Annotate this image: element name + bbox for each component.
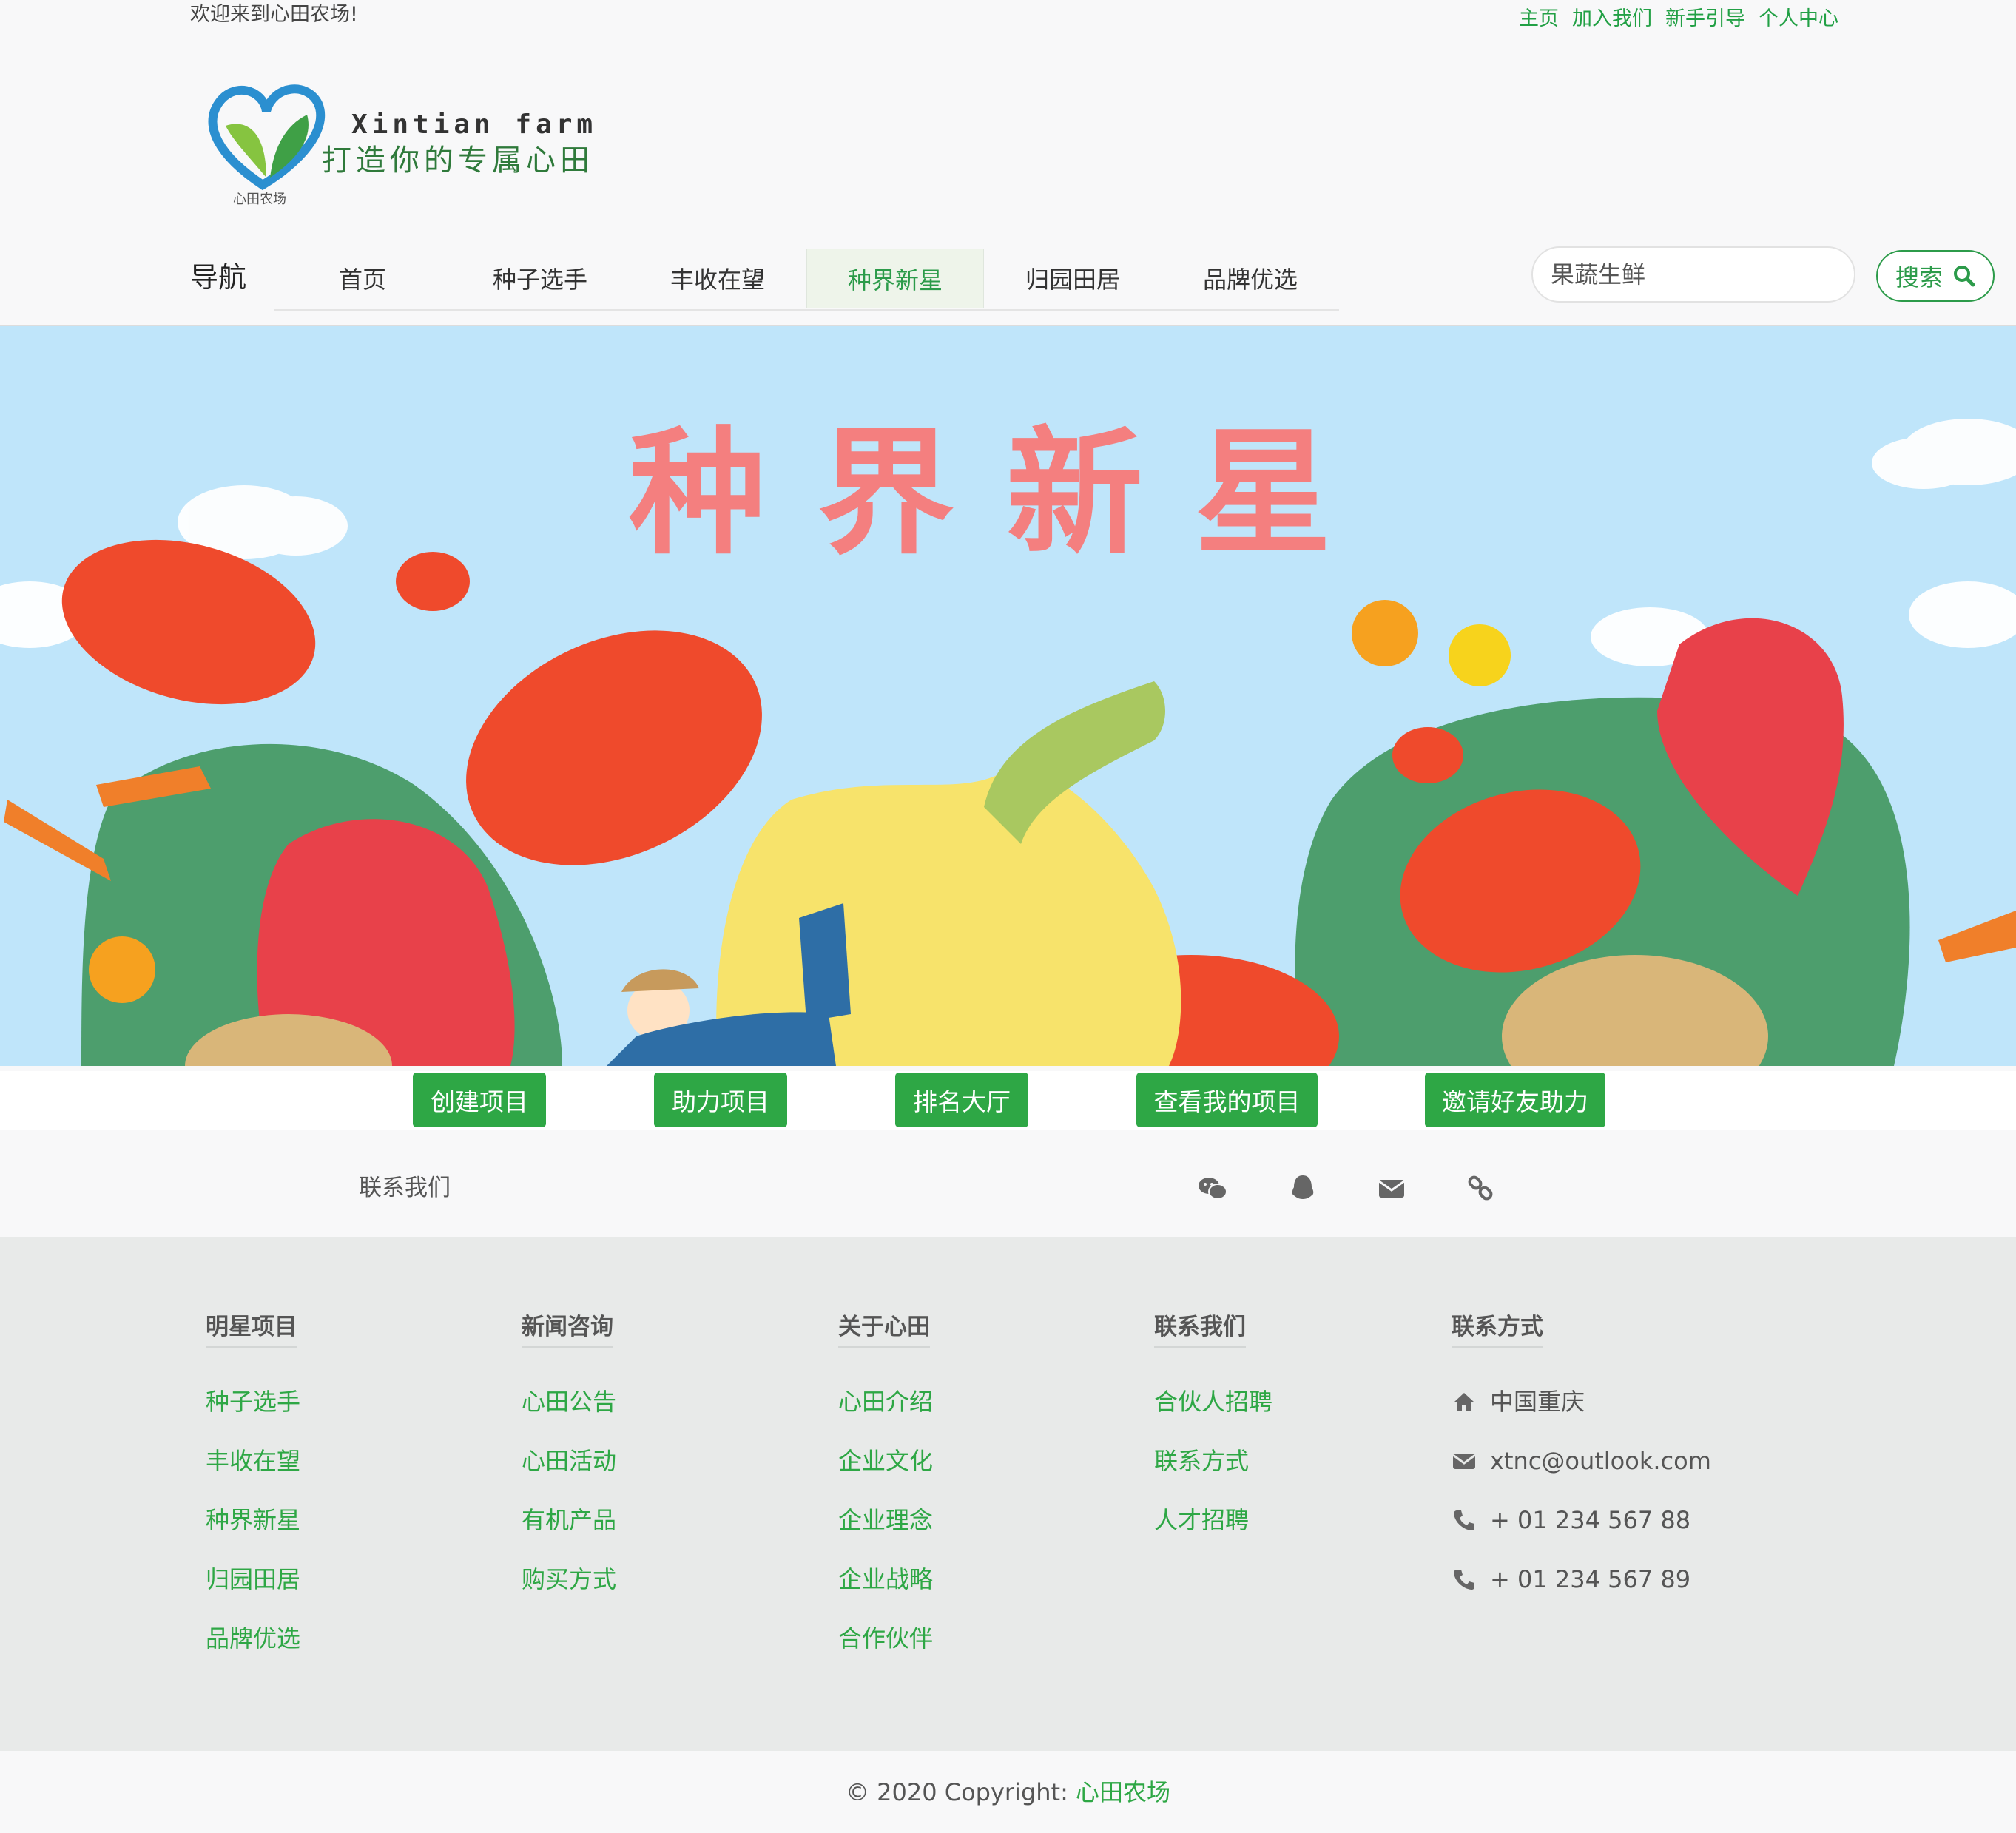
contact-address-text: 中国重庆 [1490,1388,1585,1416]
footer-link[interactable]: 心田介绍 [838,1387,933,1417]
contact-phone-2-text: + 01 234 567 89 [1490,1565,1691,1593]
welcome-text: 欢迎来到心田农场! [190,3,358,26]
envelope-icon [1452,1448,1477,1474]
phone-icon [1452,1508,1477,1533]
footer-heading-contact-info: 联系方式 [1452,1308,1543,1348]
search-button-label: 搜索 [1895,263,1943,291]
svg-text:Xintian farm: Xintian farm [351,109,597,140]
footer-heading-about: 关于心田 [838,1308,930,1348]
hero-banner: 种界新星 [0,325,2016,1066]
footer-link[interactable]: 归园田居 [206,1564,300,1594]
top-link-home[interactable]: 主页 [1519,6,1559,33]
footer-link[interactable]: 合作伙伴 [838,1624,933,1653]
svg-text:心田农场: 心田农场 [233,192,286,207]
ranking-hall-button[interactable]: 排名大厅 [895,1073,1028,1127]
envelope-icon[interactable] [1376,1172,1407,1204]
footer-link[interactable]: 购买方式 [522,1564,616,1594]
search-input[interactable] [1531,246,1855,303]
footer [0,1237,2016,1751]
qq-icon[interactable] [1287,1172,1318,1204]
nav-item-home[interactable]: 首页 [274,249,451,308]
footer-link[interactable]: 种界新星 [206,1505,300,1535]
contact-phone-1: + 01 234 567 88 [1452,1505,1690,1535]
create-project-button[interactable]: 创建项目 [413,1073,546,1127]
contact-phone-2: + 01 234 567 89 [1452,1564,1690,1594]
top-link-join[interactable]: 加入我们 [1572,6,1652,33]
footer-link[interactable]: 丰收在望 [206,1446,300,1476]
top-link-profile[interactable]: 个人中心 [1759,6,1838,33]
contact-email-text[interactable]: xtnc@outlook.com [1490,1446,1711,1476]
my-projects-button[interactable]: 查看我的项目 [1136,1073,1318,1127]
support-project-button[interactable]: 助力项目 [654,1073,787,1127]
contact-bar [0,1133,2016,1237]
nav-item-harvest[interactable]: 丰收在望 [629,249,806,308]
footer-link[interactable]: 有机产品 [522,1505,616,1535]
nav-item-pastoral[interactable]: 归园田居 [984,249,1162,308]
footer-link[interactable]: 心田活动 [522,1446,616,1476]
top-links: 主页 加入我们 新手引导 个人中心 [1519,6,1838,33]
action-bar: 创建项目 助力项目 排名大厅 查看我的项目 邀请好友助力 [0,1071,2016,1130]
copyright-brand-link[interactable]: 心田农场 [1076,1778,1170,1806]
phone-icon [1452,1567,1477,1592]
wechat-icon[interactable] [1197,1172,1228,1204]
home-icon [1452,1389,1477,1414]
footer-link[interactable]: 品牌优选 [206,1624,300,1653]
invite-friends-button[interactable]: 邀请好友助力 [1425,1073,1605,1127]
heart-leaf-logo-icon: Xintian farm 打造你的专属心田 心田农场 [208,84,597,207]
footer-link[interactable]: 合伙人招聘 [1154,1387,1272,1417]
svg-text:打造你的专属心田: 打造你的专属心田 [322,144,594,178]
contact-address: 中国重庆 [1452,1387,1585,1417]
footer-link[interactable]: 人才招聘 [1154,1505,1249,1535]
nav-item-brands[interactable]: 品牌优选 [1162,249,1339,308]
banner-title: 种界新星 [629,413,1383,573]
footer-link[interactable]: 企业战略 [838,1564,933,1594]
footer-link[interactable]: 企业文化 [838,1446,933,1476]
contact-email: xtnc@outlook.com [1452,1446,1711,1476]
search-icon [1954,266,1975,287]
contact-phone-1-text: + 01 234 567 88 [1490,1506,1691,1534]
footer-link[interactable]: 企业理念 [838,1505,933,1535]
link-icon[interactable] [1465,1172,1496,1204]
footer-link[interactable]: 种子选手 [206,1387,300,1417]
nav-item-new-stars[interactable]: 种界新星 [806,249,984,308]
site-logo[interactable]: Xintian farm 打造你的专属心田 心田农场 [203,74,633,215]
footer-link[interactable]: 心田公告 [522,1387,616,1417]
nav-title: 导航 [190,261,247,294]
nav-item-seed-players[interactable]: 种子选手 [451,249,629,308]
contact-us-label: 联系我们 [359,1175,451,1201]
footer-heading-star-projects: 明星项目 [206,1308,297,1348]
banner-illustration: 种界新星 [0,413,2016,1066]
main-nav: 首页 种子选手 丰收在望 种界新星 归园田居 品牌优选 [274,249,1339,311]
search-button[interactable]: 搜索 [1876,250,1995,302]
copyright: © 2020 Copyright: 心田农场 [0,1774,2016,1808]
footer-heading-contact-us: 联系我们 [1154,1308,1246,1348]
top-link-guide[interactable]: 新手引导 [1665,6,1745,33]
copyright-prefix: © 2020 Copyright: [845,1778,1076,1806]
footer-link[interactable]: 联系方式 [1154,1446,1249,1476]
footer-heading-news: 新闻咨询 [522,1308,613,1348]
